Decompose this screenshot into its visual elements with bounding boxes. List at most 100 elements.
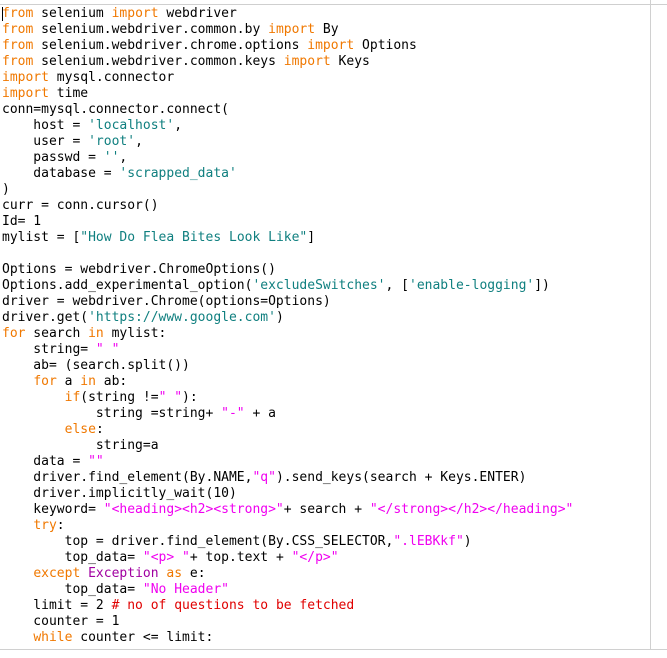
code-line: driver.find_element(By.NAME,"q").send_ke… (0, 470, 650, 486)
code-editor[interactable]: from selenium import webdriver from selen… (0, 6, 650, 649)
code-token-txt: a (56, 374, 81, 389)
code-line: string =string+ "-" + a (0, 406, 650, 422)
code-token-dstr: ".lEBKkf" (393, 534, 464, 549)
code-token-kw: as (166, 566, 183, 581)
code-line: from selenium.webdriver.chrome.options i… (0, 38, 650, 54)
code-token-txt: + top.text + (189, 550, 292, 565)
code-line: limit = 2 # no of questions to be fetche… (0, 598, 650, 614)
code-line: counter = 1 (0, 614, 650, 630)
code-token-kw: from (2, 22, 34, 37)
code-line: while counter <= limit: (0, 630, 650, 646)
code-token-str: "How Do Flea Bites Look Like" (80, 230, 308, 245)
code-line: from selenium.webdriver.common.keys impo… (0, 54, 650, 70)
code-token-kw: for (2, 326, 26, 341)
code-token-txt: ): (182, 390, 198, 405)
code-token-str: 'enable-logging' (409, 278, 535, 293)
code-token-txt: Options.add_experimental_option( (2, 278, 253, 293)
code-token-txt: time (48, 86, 89, 101)
code-token-str: 'https://www.google.com' (88, 310, 276, 325)
code-line: user = 'root', (0, 134, 650, 150)
code-token-txt: ) (2, 182, 10, 197)
code-line: string=a (0, 438, 650, 454)
code-token-txt: mysql.connector (48, 70, 175, 85)
code-token-dstr: "</p>" (291, 550, 339, 565)
code-line: for search in mylist: (0, 326, 650, 342)
code-line: top = driver.find_element(By.CSS_SELECTO… (0, 534, 650, 550)
code-token-kw: in (88, 326, 104, 341)
code-line: from selenium.webdriver.common.by import… (0, 22, 650, 38)
code-token-txt: , (119, 150, 128, 165)
code-token-txt: host = (2, 118, 89, 133)
code-token-txt: ab= (search.split()) (2, 358, 190, 373)
code-token-dstr: "-" (221, 406, 245, 421)
code-line: passwd = '', (0, 150, 650, 166)
code-token-txt: conn=mysql.connector.connect( (2, 102, 229, 117)
code-token-txt: ]) (534, 278, 550, 293)
code-token-kw: from (2, 54, 34, 69)
code-token-txt: : (95, 422, 104, 437)
code-token-txt: By (315, 22, 339, 37)
code-token-txt: driver.implicitly_wait(10) (2, 486, 237, 501)
code-line: curr = conn.cursor() (0, 198, 650, 214)
code-line: data = "" (0, 454, 650, 470)
code-line: conn=mysql.connector.connect( (0, 102, 650, 118)
code-token-txt: string= (2, 342, 96, 357)
code-token-txt: selenium.webdriver.common.by (33, 22, 269, 37)
code-line: Options.add_experimental_option('exclude… (0, 278, 650, 294)
code-token-dstr: "<p> " (142, 550, 190, 565)
code-token-str: 'excludeSwitches' (252, 278, 386, 293)
code-token-kw: while (33, 630, 73, 645)
code-token-txt: ] (307, 230, 316, 245)
code-token-txt: Options (354, 38, 417, 53)
code-line: driver = webdriver.Chrome(options=Option… (0, 294, 650, 310)
code-token-kw: import (2, 70, 49, 85)
code-token-str: 'scrapped_data' (119, 166, 237, 181)
code-token-txt: data = (2, 454, 89, 469)
code-token-txt: , (135, 134, 143, 149)
code-token-dstr: "q" (252, 470, 276, 485)
code-line: Options = webdriver.ChromeOptions() (0, 262, 650, 278)
code-line: except Exception as e: (0, 566, 650, 582)
code-line: mylist = ["How Do Flea Bites Look Like"] (0, 230, 650, 246)
code-token-txt: selenium (33, 6, 112, 21)
code-line: try: (0, 518, 650, 534)
code-token-txt: ) (275, 310, 284, 325)
code-token-kw: import (111, 6, 159, 21)
code-token-txt: driver.find_element(By.NAME, (2, 470, 253, 485)
code-token-txt: + search + (283, 502, 370, 517)
code-token-txt: limit = 2 (2, 598, 112, 613)
code-token-txt: e: (182, 566, 206, 581)
editor-right-border (650, 0, 651, 657)
code-token-txt: top_data= (2, 582, 143, 597)
code-line: keyword= "<heading><h2><strong>"+ search… (0, 502, 650, 518)
code-token-kw: in (80, 374, 96, 389)
code-token-str: '' (103, 150, 120, 165)
code-token-txt: Id= 1 (2, 214, 42, 229)
code-token-kw: from (2, 38, 34, 53)
code-token-txt: ) (463, 534, 472, 549)
code-token-txt: search (25, 326, 89, 341)
code-token-com: # no of questions to be fetched (111, 598, 355, 613)
code-line: else: (0, 422, 650, 438)
code-line: for a in ab: (0, 374, 650, 390)
code-line: string= " " (0, 342, 650, 358)
code-line: database = 'scrapped_data' (0, 166, 650, 182)
code-token-txt: passwd = (2, 150, 104, 165)
code-token-txt: string =string+ (2, 406, 222, 421)
code-token-txt: keyword= (2, 502, 104, 517)
code-token-kw: from (2, 6, 34, 21)
code-token-kw: try (33, 518, 57, 533)
code-token-txt: mylist: (103, 326, 167, 341)
code-token-str: 'localhost' (88, 118, 175, 133)
code-token-txt: , (174, 118, 183, 133)
code-line: import time (0, 86, 650, 102)
code-token-txt: Keys (330, 54, 370, 69)
code-token-dstr: " " (95, 342, 120, 357)
code-line: import mysql.connector (0, 70, 650, 86)
code-token-txt: database = (2, 166, 120, 181)
